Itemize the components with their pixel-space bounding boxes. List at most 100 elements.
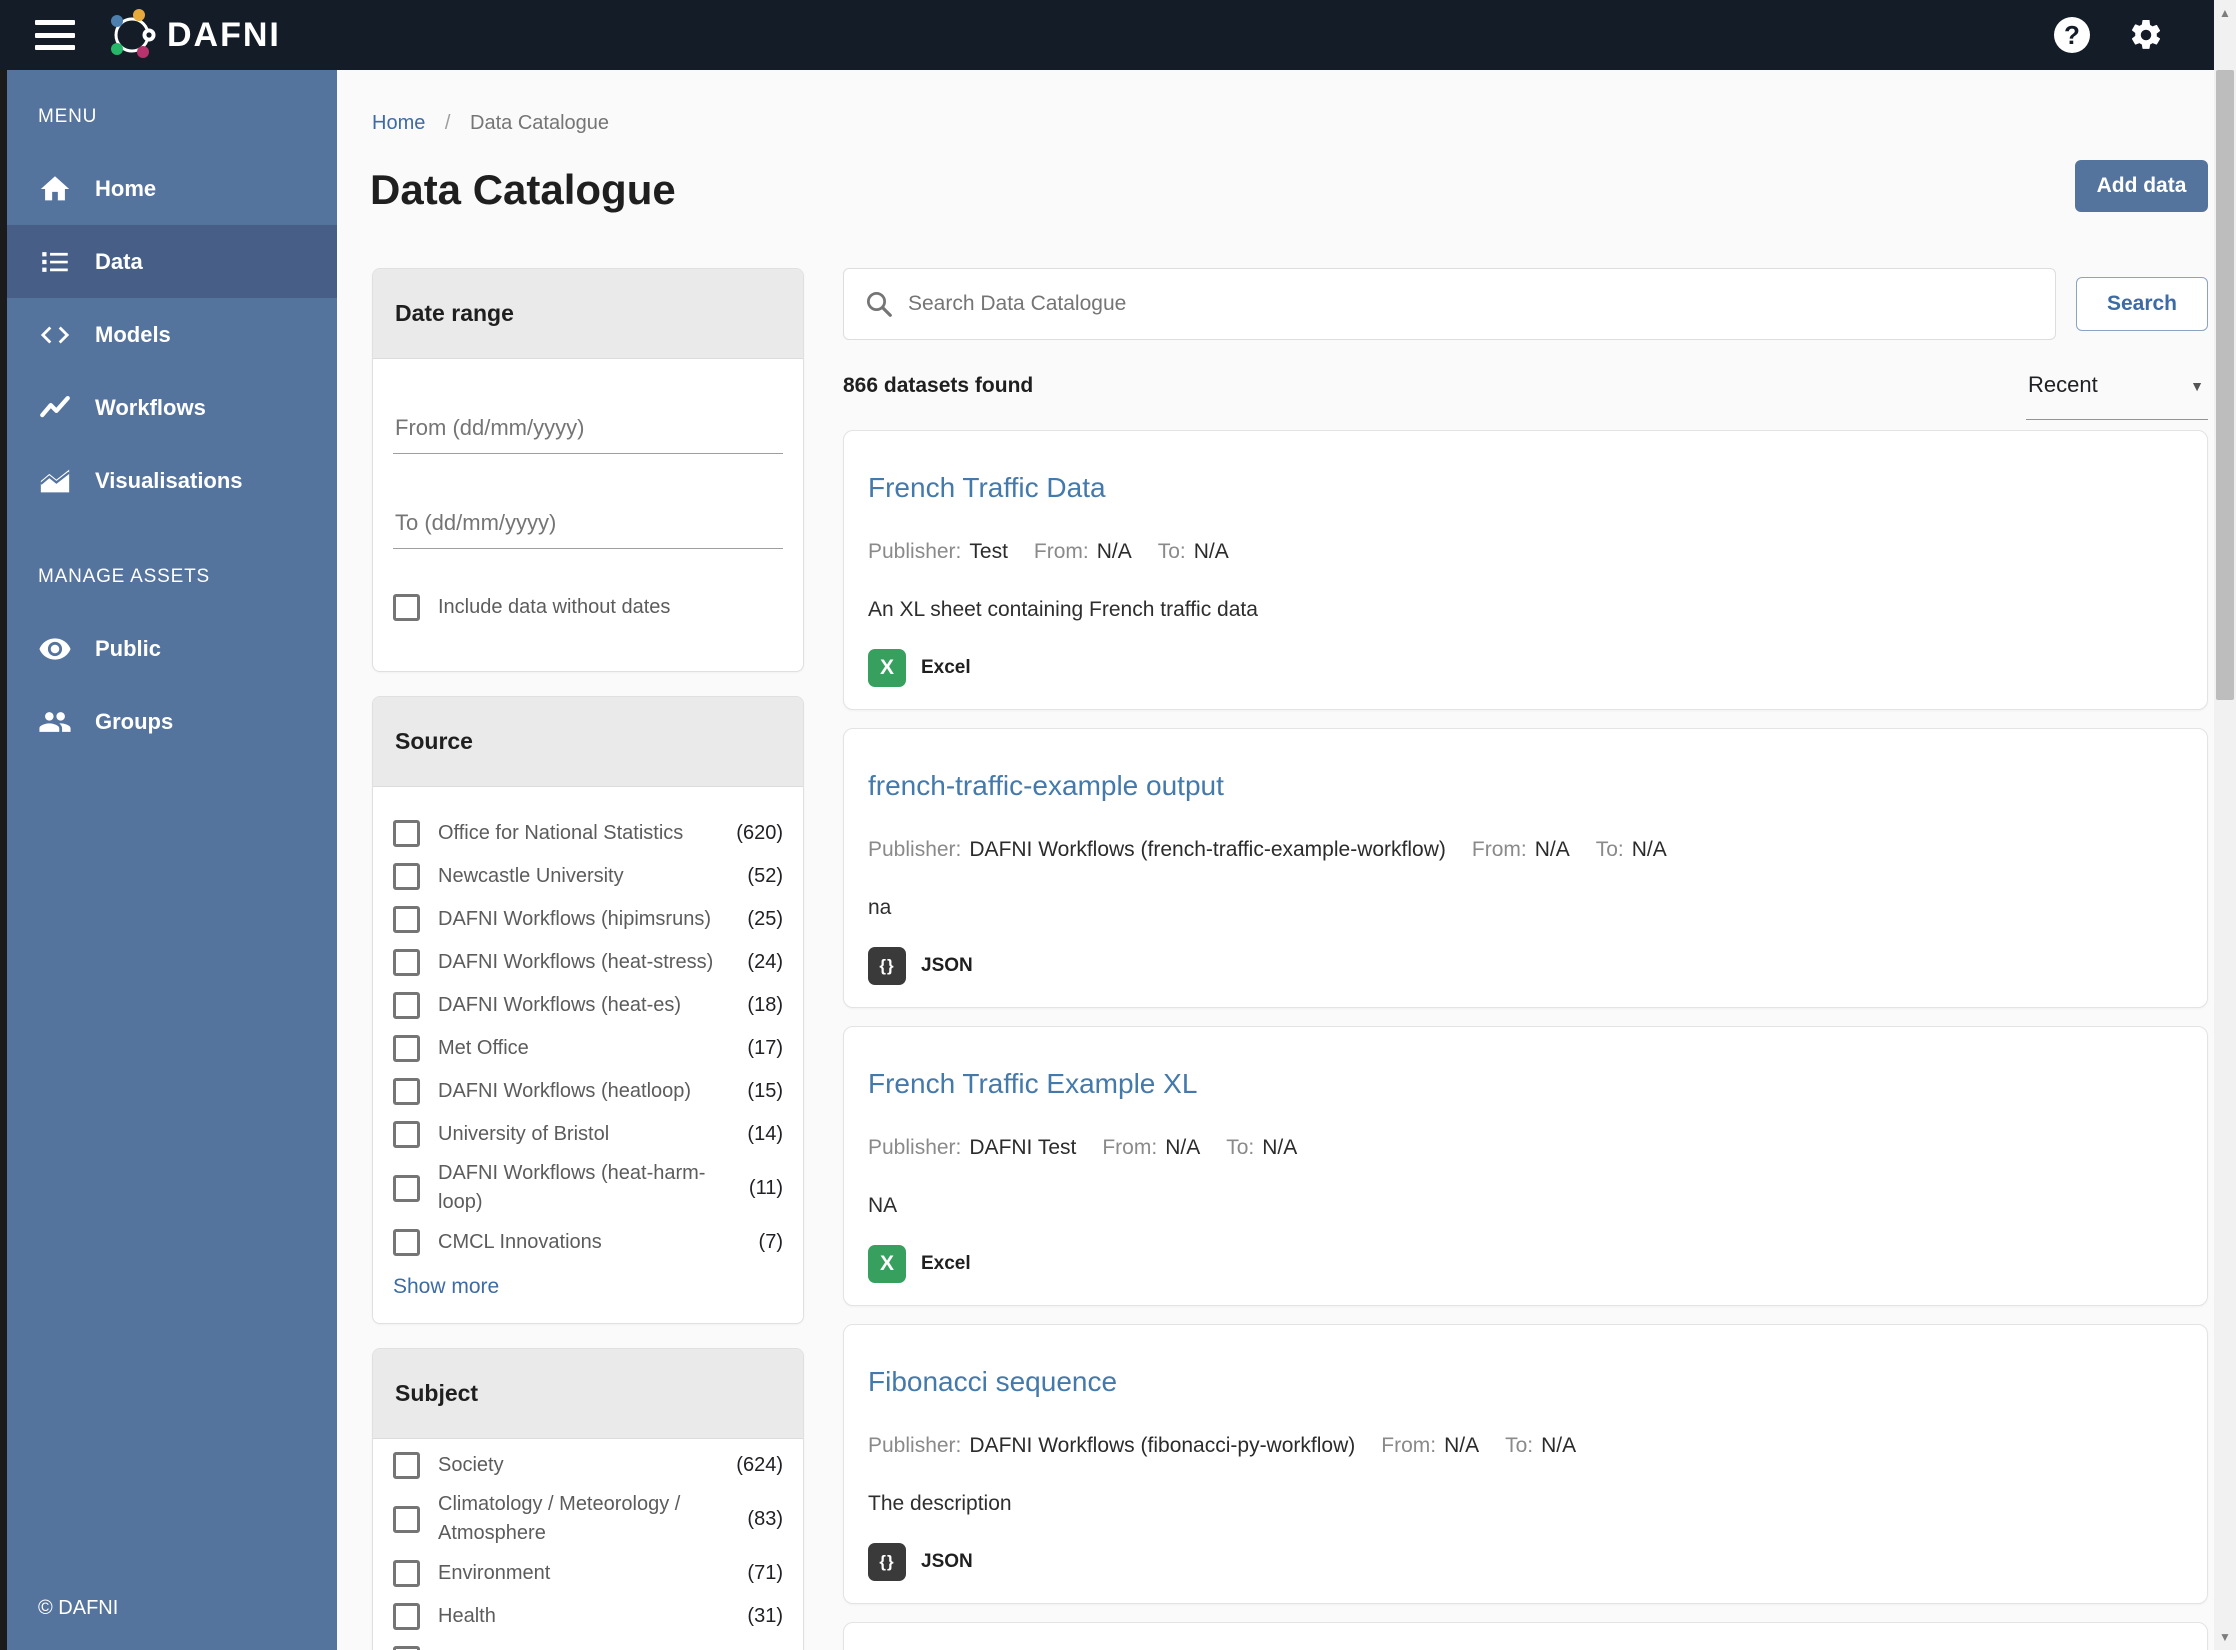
excel-icon: X (868, 649, 906, 687)
dataset-list: French Traffic Data Publisher: Test From: N… (843, 430, 2208, 1650)
search-icon (867, 292, 892, 317)
source-checkbox[interactable] (393, 948, 420, 976)
sidebar-item-data[interactable]: Data (0, 225, 337, 298)
filter-count: (620) (736, 821, 783, 844)
dataset-meta: Publisher: DAFNI Workflows (fibonacci-py-… (868, 1434, 1577, 1457)
source-checkbox[interactable] (393, 905, 420, 933)
filter-count: (11) (748, 1176, 783, 1199)
subject-checkbox[interactable] (393, 1645, 420, 1650)
sort-select[interactable]: Recent ▼ (2026, 362, 2208, 420)
date-to-input[interactable] (393, 496, 783, 549)
dataset-description: An XL sheet containing French traffic da… (868, 598, 1258, 621)
format-badge: X Excel (868, 649, 2183, 687)
dataset-description: The description (868, 1492, 1012, 1515)
dataset-title-link[interactable]: French Traffic Data (868, 471, 2183, 505)
source-filter-row: Newcastle University (52) (393, 858, 783, 894)
include-without-dates-checkbox[interactable] (393, 593, 420, 621)
source-checkbox[interactable] (393, 819, 420, 847)
source-checkbox[interactable] (393, 1174, 420, 1202)
hamburger-menu-icon[interactable] (35, 20, 75, 50)
subject-checkbox[interactable] (393, 1505, 420, 1533)
filter-count: (31) (747, 1604, 783, 1627)
format-badge: X Excel (868, 1245, 2183, 1283)
subject-filter-row: (13) (393, 1641, 783, 1650)
home-icon (40, 175, 70, 200)
source-checkbox[interactable] (393, 1077, 420, 1105)
dataset-title-link[interactable]: french-traffic-example output (868, 769, 2183, 803)
eye-icon (39, 637, 71, 660)
breadcrumb-current: Data Catalogue (470, 112, 610, 134)
app-screen: DAFNI ? MENU Home Data Models Workflows (0, 0, 2236, 1650)
source-filter-row: CMCL Innovations (7) (393, 1224, 783, 1260)
filter-count: (14) (747, 1122, 783, 1145)
subject-checkbox[interactable] (393, 1602, 420, 1630)
window-edge (0, 70, 7, 1650)
source-filter-row: DAFNI Workflows (heat-stress) (24) (393, 944, 783, 980)
subject-checkbox[interactable] (393, 1559, 420, 1587)
gear-icon[interactable] (2128, 17, 2164, 53)
scrollbar-thumb[interactable] (2216, 70, 2234, 700)
sidebar-item-groups[interactable]: Groups (0, 685, 337, 758)
dafni-logo-icon (111, 9, 156, 58)
sidebar-item-label: Data (95, 248, 143, 274)
search-button[interactable]: Search (2076, 277, 2208, 331)
dataset-card: french-traffic-example output Publisher:… (843, 728, 2208, 1008)
page-title: Data Catalogue (370, 166, 676, 213)
sidebar-item-label: Visualisations (95, 467, 243, 493)
menu-section-label: MENU (38, 106, 98, 127)
breadcrumb: Home / Data Catalogue (372, 112, 609, 135)
dataset-description: NA (868, 1194, 898, 1217)
source-filter-row: DAFNI Workflows (heat-es) (18) (393, 987, 783, 1023)
add-data-button[interactable]: Add data (2075, 160, 2208, 212)
chevron-down-icon: ▼ (2190, 378, 2204, 394)
source-panel: Source Office for National Statistics (6… (372, 696, 804, 1324)
search-box (843, 268, 2056, 340)
search-input[interactable] (908, 292, 2035, 316)
date-range-panel: Date range Include data without dates (372, 268, 804, 672)
format-label: JSON (921, 955, 973, 976)
scroll-up-arrow[interactable]: ▲ (2214, 2, 2236, 24)
json-icon: {} (868, 1543, 906, 1581)
people-icon (39, 711, 71, 732)
sidebar-item-label: Workflows (95, 394, 206, 420)
source-checkbox[interactable] (393, 862, 420, 890)
sidebar-item-public[interactable]: Public (0, 612, 337, 685)
format-label: Excel (921, 1253, 971, 1274)
dataset-title-link[interactable]: French Traffic Example XL (868, 1067, 2183, 1101)
excel-icon: X (868, 1245, 906, 1283)
source-checkbox[interactable] (393, 1228, 420, 1256)
results-column: Search 866 datasets found Recent ▼ Frenc… (843, 268, 2208, 1650)
manage-assets-section-label: MANAGE ASSETS (38, 566, 210, 587)
breadcrumb-separator: / (444, 112, 451, 134)
breadcrumb-home-link[interactable]: Home (372, 112, 425, 134)
sidebar: MENU Home Data Models Workflows Visualis… (0, 70, 337, 1650)
source-filter-row: Met Office (17) (393, 1030, 783, 1066)
dataset-title-link[interactable]: Fibonacci sequence (868, 1365, 2183, 1399)
format-label: JSON (921, 1551, 973, 1572)
dafni-logo[interactable]: DAFNI (105, 8, 281, 62)
include-without-dates-row: Include data without dates (393, 589, 783, 625)
scroll-down-arrow[interactable]: ▼ (2214, 1626, 2236, 1648)
source-checkbox[interactable] (393, 1034, 420, 1062)
source-checkbox[interactable] (393, 991, 420, 1019)
subject-filter-row: Climatology / Meteorology / Atmosphere (… (393, 1490, 783, 1548)
source-filter-row: DAFNI Workflows (heat-harm-loop) (11) (393, 1159, 783, 1217)
subject-checkbox[interactable] (393, 1451, 420, 1479)
sidebar-item-home[interactable]: Home (0, 152, 337, 225)
date-from-input[interactable] (393, 401, 783, 454)
show-more-link[interactable]: Show more (393, 1275, 499, 1299)
sidebar-item-workflows[interactable]: Workflows (0, 371, 337, 444)
dataset-card: Fibonacci sequence Publisher: DAFNI Workf… (843, 1324, 2208, 1604)
source-filter-row: DAFNI Workflows (hipimsruns) (25) (393, 901, 783, 937)
source-checkbox[interactable] (393, 1120, 420, 1148)
dataset-card: French Traffic Data Publisher: Test From: N… (843, 430, 2208, 710)
source-filter-row: University of Bristol (14) (393, 1116, 783, 1152)
sidebar-item-models[interactable]: Models (0, 298, 337, 371)
filter-count: (52) (747, 864, 783, 887)
scrollbar: ▲ ▼ (2214, 0, 2236, 1650)
help-icon[interactable]: ? (2054, 17, 2090, 53)
dataset-meta: Publisher: DAFNI Test From: N/A To: N/A (868, 1136, 1298, 1159)
area-chart-icon (40, 469, 70, 492)
sidebar-item-visualisations[interactable]: Visualisations (0, 444, 337, 517)
format-label: Excel (921, 657, 971, 678)
